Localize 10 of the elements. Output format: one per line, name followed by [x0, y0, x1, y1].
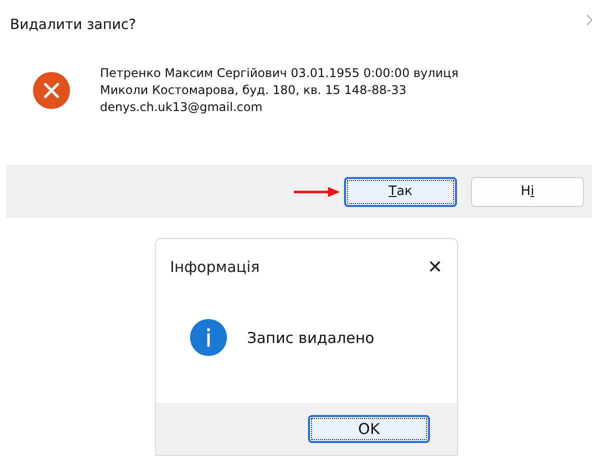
- message-text: Петренко Максим Сергійович 03.01.1955 0:00:00 вулиця Миколи Костомарова, буд. 180, кв. 15 148-88-33 denys.ch.uk13@gmail.com: [100, 65, 458, 116]
- ok-button[interactable]: OK: [308, 415, 430, 443]
- error-icon: [33, 72, 70, 109]
- info-icon: [190, 319, 227, 356]
- dialog-title: Інформація: [170, 258, 260, 276]
- dialog-title: Видалити запис?: [10, 17, 136, 33]
- close-button[interactable]: ✕: [421, 253, 449, 281]
- no-button[interactable]: Ні: [471, 176, 584, 206]
- yes-button[interactable]: Так: [344, 176, 457, 206]
- message-text: Запис видалено: [247, 328, 374, 346]
